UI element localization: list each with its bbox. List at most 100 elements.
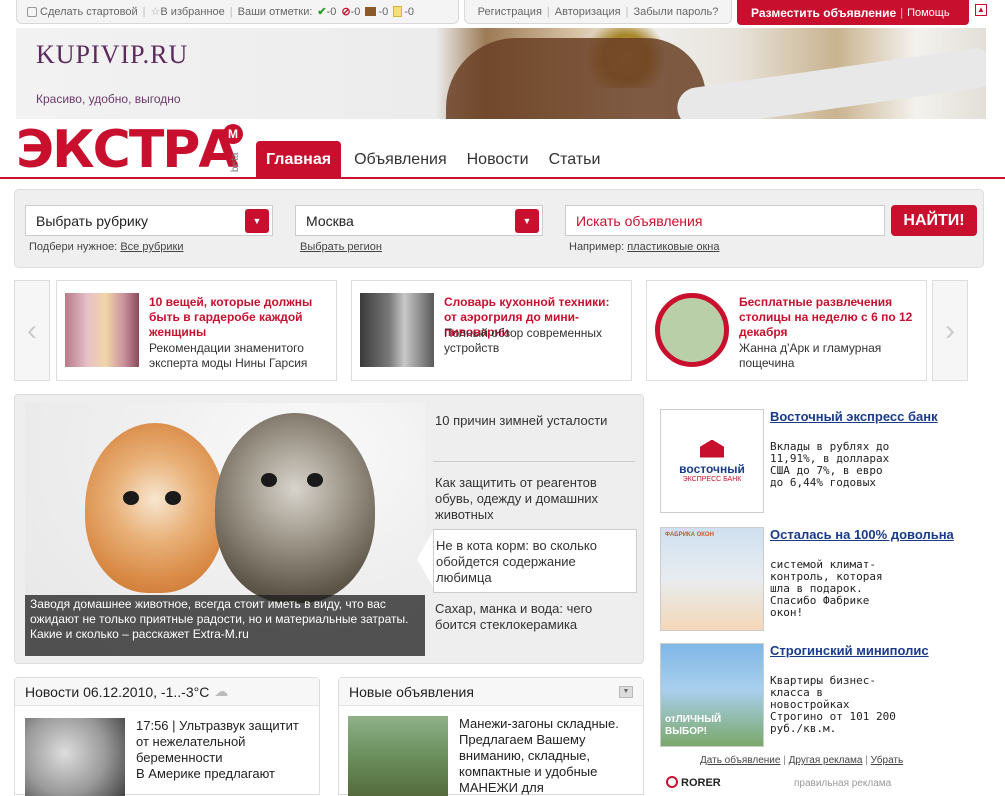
region-value: Москва <box>306 212 354 229</box>
news-sub: В Америке предлагают <box>136 766 276 781</box>
feature-caption: Заводя домашнее животное, всегда стоит и… <box>25 595 425 656</box>
hint-example: Например: пластиковые окна <box>569 241 720 253</box>
side-ad[interactable]: ФАБРИКА ОКОН Осталась на 100% довольна с… <box>660 527 990 631</box>
marks-label: Ваши отметки: <box>237 5 313 18</box>
feature-item[interactable]: Как защитить от реагентов обувь, одежду … <box>433 475 637 523</box>
favorites-link[interactable]: В избранное <box>160 6 224 18</box>
choose-region-link[interactable]: Выбрать регион <box>300 241 382 253</box>
tab-news[interactable]: Новости <box>457 141 539 178</box>
no-money-thumbnail <box>655 293 729 367</box>
side-ad[interactable]: восточный ЭКСПРЕСС БАНК Восточный экспре… <box>660 409 990 513</box>
post-ad-bar: Разместить объявление | Помощь <box>737 0 969 25</box>
side-ads-footer: Дать объявление | Другая реклама | Убрат… <box>700 755 904 766</box>
feature-item[interactable]: Сахар, манка и вода: чего боится стеклок… <box>433 601 637 633</box>
bank-house-icon <box>700 439 724 458</box>
side-ad-desc: Вклады в рублях до 11,91%, в долларах СШ… <box>770 440 890 489</box>
mark-count-4[interactable]: -0 <box>404 6 414 18</box>
search-input[interactable]: Искать объявления <box>565 205 885 236</box>
article-carousel: ‹ 10 вещей, которые должны быть в гардер… <box>14 279 969 383</box>
post-ad-button[interactable]: Разместить объявление <box>751 6 896 20</box>
card-desc: Рекомендации знаменитого эксперта моды Н… <box>149 341 308 370</box>
category-select[interactable]: Выбрать рубрику ▼ <box>25 205 273 236</box>
card-title[interactable]: Бесплатные развлечения столицы на неделю… <box>739 295 919 340</box>
card-desc: Полный обзор современных устройств <box>444 326 602 355</box>
tab-articles[interactable]: Статьи <box>539 141 611 178</box>
kitchen-thumbnail <box>360 293 434 367</box>
card-title[interactable]: 10 вещей, которые должны быть в гардероб… <box>149 295 329 340</box>
category-value: Выбрать рубрику <box>36 212 148 229</box>
new-ads-box: Новые объявления ▼ Манежи-загоны складны… <box>338 677 644 796</box>
star-icon: ☆ <box>150 6 161 18</box>
home-icon <box>27 6 37 17</box>
note-icon <box>393 6 403 17</box>
news-image[interactable] <box>25 718 125 796</box>
give-ad-link[interactable]: Дать объявление <box>700 755 780 766</box>
side-ad-desc: Квартиры бизнес-класса в новостройках Ст… <box>770 674 896 735</box>
carousel-card[interactable]: Словарь кухонной техники: от аэрогриля д… <box>351 280 632 381</box>
window-factory-image: ФАБРИКА ОКОН <box>660 527 764 631</box>
hint-categories: Подбери нужное: Все рубрики <box>29 241 184 253</box>
side-ad[interactable]: отЛИЧНЫЙ ВЫБОР! Строгинский миниполис Кв… <box>660 643 990 747</box>
cloud-icon: ☁ <box>214 683 229 699</box>
banner-slogan: Красиво, удобно, выгодно <box>36 92 181 106</box>
main-nav: Главная Объявления Новости Статьи <box>256 141 610 178</box>
kupivip-banner[interactable]: KUPIVIP.RU Красиво, удобно, выгодно <box>16 28 986 119</box>
next-arrow-icon[interactable]: › <box>932 280 968 381</box>
feature-item[interactable]: 10 причин зимней усталости <box>433 413 637 429</box>
carousel-card[interactable]: 10 вещей, которые должны быть в гардероб… <box>56 280 337 381</box>
remove-link[interactable]: Убрать <box>871 755 904 766</box>
banner-brand: KUPIVIP.RU <box>36 40 189 69</box>
search-panel: Выбрать рубрику ▼ Москва ▼ Искать объявл… <box>14 189 984 268</box>
forgot-password-link[interactable]: Забыли пароль? <box>633 6 718 18</box>
news-time: 17:56 <box>136 718 169 733</box>
mark-count-3[interactable]: -0 <box>378 6 388 18</box>
chevron-down-icon[interactable]: ▼ <box>245 209 269 233</box>
mark-count-2[interactable]: -0 <box>351 6 361 18</box>
news-box: Новости 06.12.2010, -1..-3°C ☁ 17:56 | У… <box>14 677 320 796</box>
feature-item-selected[interactable]: Не в кота корм: во сколько обойдется сод… <box>433 529 637 593</box>
side-ad-title[interactable]: Восточный экспресс банк <box>770 409 970 424</box>
new-ads-header[interactable]: Новые объявления <box>339 678 643 706</box>
ad-image[interactable] <box>348 716 448 796</box>
news-item[interactable]: 17:56 | Ультразвук защитит от нежелатель… <box>136 718 311 782</box>
carousel-card[interactable]: Бесплатные развлечения столицы на неделю… <box>646 280 927 381</box>
check-icon: ✔ <box>317 6 327 18</box>
side-ad-title[interactable]: Осталась на 100% довольна <box>770 527 970 542</box>
make-start-link[interactable]: Сделать стартовой <box>40 6 138 18</box>
wardrobe-thumbnail <box>65 293 139 367</box>
login-link[interactable]: Авторизация <box>555 6 621 18</box>
all-categories-link[interactable]: Все рубрики <box>120 241 183 253</box>
briefcase-icon <box>365 7 377 16</box>
collapse-icon[interactable]: ▼ <box>619 686 633 698</box>
bag-image <box>446 38 706 119</box>
tab-main[interactable]: Главная <box>256 141 342 178</box>
top-bar: Сделать стартовой | ☆ В избранное | Ваши… <box>0 0 1005 26</box>
prev-arrow-icon[interactable]: ‹ <box>14 280 50 381</box>
rorer-logo[interactable]: RORER <box>666 776 721 789</box>
region-select[interactable]: Москва ▼ <box>295 205 543 236</box>
side-ad-desc: системой климат-контроль, которая шла в … <box>770 558 883 619</box>
help-link[interactable]: Помощь <box>907 7 950 19</box>
beta-label: beta <box>230 152 241 172</box>
rorer-icon <box>666 776 678 788</box>
find-button[interactable]: НАЙТИ! <box>891 205 977 236</box>
chevron-down-icon[interactable]: ▼ <box>515 209 539 233</box>
user-tools: Сделать стартовой | ☆ В избранное | Ваши… <box>16 0 459 24</box>
up-arrow-icon[interactable]: ▲ <box>975 4 987 16</box>
logo-text: ЭКСТРА <box>16 120 239 180</box>
example-link[interactable]: пластиковые окна <box>627 241 719 253</box>
right-ads-label: правильная реклама <box>794 778 892 789</box>
mark-count-1[interactable]: -0 <box>327 6 337 18</box>
side-ad-title[interactable]: Строгинский миниполис <box>770 643 970 658</box>
register-link[interactable]: Регистрация <box>478 6 542 18</box>
forbidden-icon: ⊘ <box>341 6 351 18</box>
hint-region: Выбрать регион <box>300 241 382 253</box>
logo-badge: М <box>223 124 243 144</box>
feature-block: Заводя домашнее животное, всегда стоит и… <box>14 394 644 664</box>
card-desc: Жанна д'Арк и гламурная пощечина <box>739 341 882 370</box>
ad-text[interactable]: Манежи-загоны складные. Предлагаем Вашем… <box>459 716 639 796</box>
auth-links: Регистрация | Авторизация | Забыли пароль? <box>464 0 732 24</box>
other-ads-link[interactable]: Другая реклама <box>789 755 863 766</box>
site-logo[interactable]: ЭКСТРА М beta <box>16 124 243 176</box>
tab-ads[interactable]: Объявления <box>344 141 457 178</box>
